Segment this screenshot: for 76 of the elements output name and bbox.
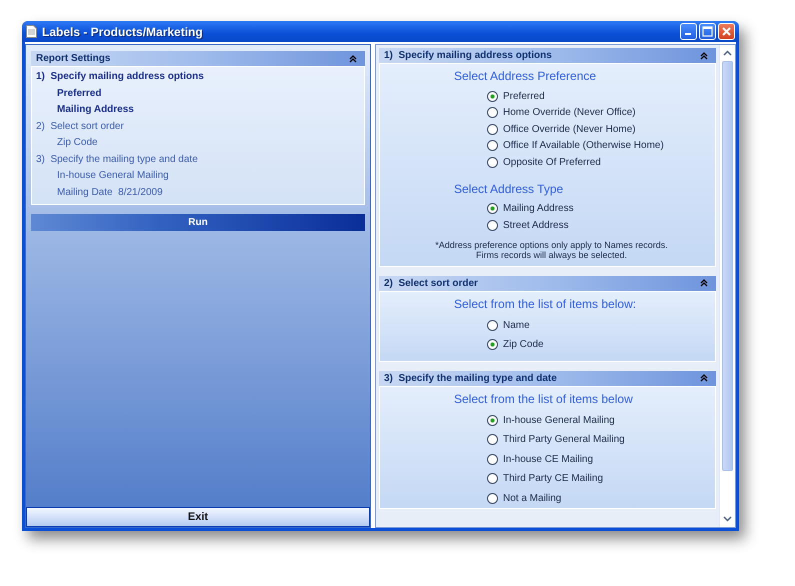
option-label: Opposite Of Preferred [503, 156, 601, 168]
option-label: In-house CE Mailing [503, 454, 594, 465]
scroll-thumb[interactable] [722, 61, 733, 471]
summary-item[interactable]: Mailing Address [32, 102, 364, 118]
exit-button[interactable]: Exit [26, 507, 370, 527]
option-label: Street Address [503, 220, 569, 231]
summary-item[interactable]: Mailing Date 8/21/2009 [32, 184, 364, 201]
radio-button[interactable] [487, 492, 498, 504]
radio-button[interactable] [487, 107, 498, 118]
maximize-icon [702, 26, 713, 37]
summary-item[interactable]: Zip Code [32, 135, 364, 152]
radio-option[interactable]: Preferred [487, 88, 545, 104]
radio-option[interactable]: Office If Available (Otherwise Home) [487, 138, 664, 154]
note-text: *Address preference options only apply to Names records. Firms records will always be selected. [434, 240, 669, 260]
radio-button[interactable] [487, 320, 498, 331]
document-icon [26, 25, 37, 38]
radio-button[interactable] [487, 156, 498, 168]
radio-option[interactable]: Not a Mailing [487, 488, 562, 508]
radio-button[interactable] [487, 414, 498, 426]
section-title: 3) Specify the mailing type and date [384, 372, 557, 384]
option-label: Not a Mailing [503, 492, 562, 504]
option-label: Third Party General Mailing [503, 434, 625, 446]
option-label: Preferred [503, 90, 545, 102]
radio-button[interactable] [487, 140, 498, 152]
radio-option[interactable]: Home Override (Never Office) [487, 104, 636, 121]
summary-item[interactable]: 2) Select sort order [32, 118, 364, 135]
window-title: Labels - Products/Marketing [42, 24, 204, 38]
close-button[interactable] [718, 23, 735, 40]
radio-option[interactable]: Zip Code [487, 335, 544, 354]
radio-button[interactable] [487, 203, 498, 214]
radio-button[interactable] [487, 454, 498, 465]
run-button[interactable]: Run [31, 214, 365, 231]
scroll-down-icon[interactable] [723, 516, 732, 522]
summary-item[interactable]: 1) Specify mailing address options [32, 69, 364, 86]
group-heading: Select Address Preference [453, 69, 598, 83]
summary-item[interactable]: In-house General Mailing [32, 168, 364, 184]
radio-button[interactable] [487, 473, 498, 484]
collapse-icon[interactable] [349, 54, 357, 62]
section-title: 2) Select sort order [384, 278, 478, 288]
radio-option[interactable]: Street Address [487, 217, 569, 234]
group-heading: Select Address Type [453, 182, 564, 196]
option-label: Mailing Address [503, 203, 574, 214]
radio-button[interactable] [487, 90, 498, 102]
radio-button[interactable] [487, 124, 498, 135]
scrollbar[interactable] [719, 45, 735, 527]
radio-option[interactable]: In-house General Mailing [487, 410, 615, 430]
radio-button[interactable] [487, 220, 498, 231]
collapse-icon[interactable] [700, 374, 708, 382]
option-label: Third Party CE Mailing [503, 473, 604, 484]
summary-item[interactable]: 3) Specify the mailing type and date [32, 152, 364, 168]
radio-option[interactable]: Office Override (Never Home) [487, 121, 636, 138]
maximize-button[interactable] [699, 23, 716, 40]
option-label: Name [503, 320, 530, 331]
radio-option[interactable]: Third Party CE Mailing [487, 469, 604, 488]
section-title: 1) Specify mailing address options [384, 50, 552, 61]
scroll-up-icon[interactable] [723, 50, 732, 56]
group-heading: Select from the list of items below: [453, 296, 638, 310]
summary-item[interactable]: Preferred [32, 86, 364, 102]
option-label: Office If Available (Otherwise Home) [503, 140, 664, 152]
radio-option[interactable]: Mailing Address [487, 200, 574, 217]
radio-option[interactable]: In-house CE Mailing [487, 450, 594, 469]
option-label: Home Override (Never Office) [503, 107, 636, 118]
radio-option[interactable]: Third Party General Mailing [487, 430, 625, 450]
radio-button[interactable] [487, 434, 498, 446]
collapse-icon[interactable] [700, 52, 708, 60]
collapse-icon[interactable] [700, 279, 708, 287]
minimize-button[interactable] [680, 23, 697, 40]
option-label: In-house General Mailing [503, 414, 615, 426]
option-label: Office Override (Never Home) [503, 124, 636, 135]
radio-button[interactable] [487, 339, 498, 350]
panel-title: Report Settings [36, 53, 110, 64]
option-label: Zip Code [503, 339, 544, 350]
group-heading: Select from the list of items below [453, 392, 634, 406]
close-icon [721, 26, 732, 37]
radio-option[interactable]: Opposite Of Preferred [487, 154, 601, 170]
radio-option[interactable]: Name [487, 316, 530, 335]
